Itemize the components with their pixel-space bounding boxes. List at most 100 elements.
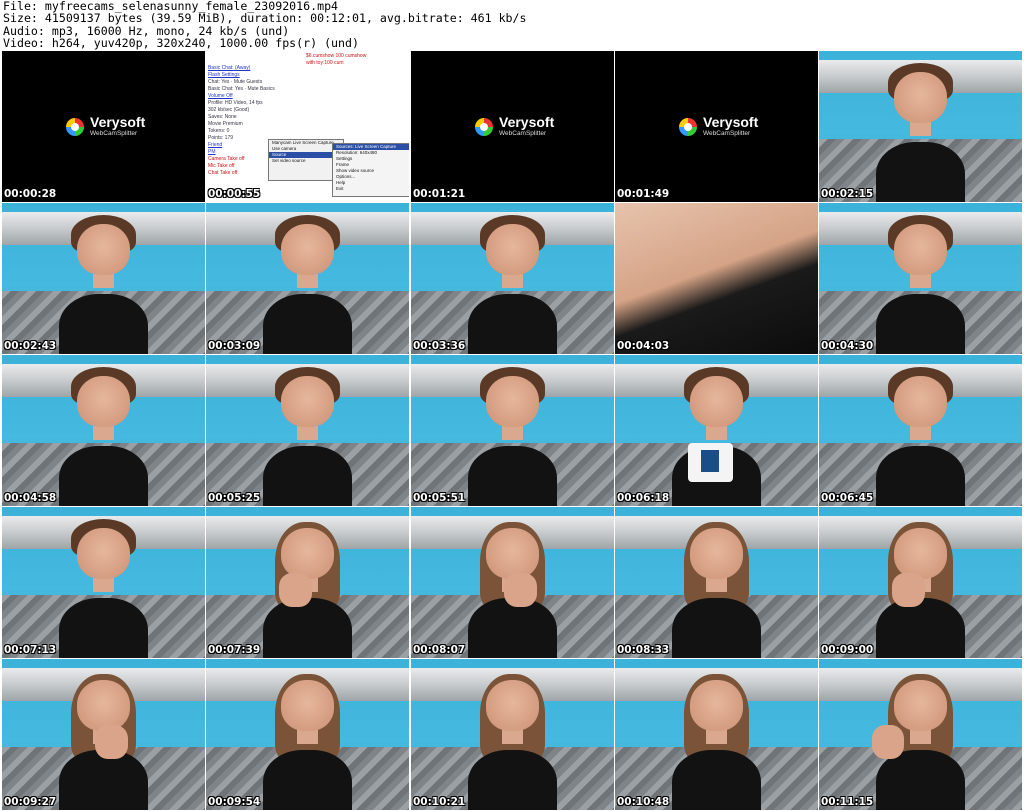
face bbox=[77, 528, 130, 580]
webcam-frame bbox=[819, 355, 1022, 506]
face bbox=[690, 528, 743, 580]
face bbox=[281, 528, 334, 580]
logo-name: Verysoft bbox=[90, 114, 146, 130]
black-top bbox=[467, 293, 558, 354]
webcam-frame bbox=[411, 659, 614, 810]
video-info-line: Video: h264, yuv420p, 320x240, 1000.00 f… bbox=[3, 36, 359, 51]
video-thumbnail[interactable]: 00:07:13 bbox=[2, 507, 205, 658]
webcam-frame bbox=[206, 355, 409, 506]
video-thumbnail[interactable]: 00:04:30 bbox=[819, 203, 1022, 354]
face bbox=[894, 680, 947, 732]
video-thumbnail[interactable]: Basic Chat: (Away) Flash Settings Chat: Ye… bbox=[206, 51, 409, 202]
video-thumbnail[interactable]: 00:10:21 bbox=[411, 659, 614, 810]
face bbox=[77, 680, 130, 732]
black-frame: Verysoft WebCamSplitter bbox=[615, 51, 818, 202]
video-thumbnail[interactable]: 00:03:09 bbox=[206, 203, 409, 354]
video-thumbnail[interactable]: Verysoft WebCamSplitter 00:01:49 bbox=[615, 51, 818, 202]
video-thumbnail[interactable]: 00:06:45 bbox=[819, 355, 1022, 506]
face bbox=[281, 680, 334, 732]
webcam-frame bbox=[615, 659, 818, 810]
webcam-frame bbox=[411, 355, 614, 506]
black-top bbox=[467, 445, 558, 506]
video-thumbnail[interactable]: 00:07:39 bbox=[206, 507, 409, 658]
hand bbox=[95, 725, 128, 759]
face bbox=[894, 528, 947, 580]
timestamp-label: 00:03:09 bbox=[208, 340, 261, 352]
settings-line: Profile: HD Video, 14 fps bbox=[208, 100, 263, 106]
timestamp-label: 00:02:15 bbox=[821, 188, 874, 200]
face bbox=[77, 376, 130, 428]
timestamp-label: 00:05:25 bbox=[208, 492, 261, 504]
verysoft-logo: Verysoft WebCamSplitter bbox=[66, 115, 145, 138]
video-thumbnail[interactable]: 00:09:54 bbox=[206, 659, 409, 810]
face bbox=[486, 376, 539, 428]
settings-line: Tokens: 0 bbox=[208, 128, 230, 134]
video-thumbnail[interactable]: 00:05:25 bbox=[206, 355, 409, 506]
black-top bbox=[262, 293, 353, 354]
settings-line: Volume Off bbox=[208, 93, 233, 99]
timestamp-label: 00:07:13 bbox=[4, 644, 57, 656]
timestamp-label: 00:10:21 bbox=[413, 796, 466, 808]
video-thumbnail[interactable]: 00:05:51 bbox=[411, 355, 614, 506]
timestamp-label: 00:08:07 bbox=[413, 644, 466, 656]
webcam-frame bbox=[819, 51, 1022, 202]
screen-capture-frame: Basic Chat: (Away) Flash Settings Chat: Ye… bbox=[206, 51, 409, 202]
black-top bbox=[875, 445, 966, 506]
black-frame: Verysoft WebCamSplitter bbox=[2, 51, 205, 202]
chat-line: with toy:100 cum bbox=[306, 60, 344, 66]
face bbox=[486, 224, 539, 276]
timestamp-label: 00:04:30 bbox=[821, 340, 874, 352]
video-thumbnail[interactable]: 00:09:27 bbox=[2, 659, 205, 810]
video-thumbnail[interactable]: 00:09:00 bbox=[819, 507, 1022, 658]
logo-subtitle: WebCamSplitter bbox=[703, 130, 751, 137]
timestamp-label: 00:02:43 bbox=[4, 340, 57, 352]
face bbox=[486, 528, 539, 580]
thumbnail-grid: Verysoft WebCamSplitter 00:00:28 Basic Chat… bbox=[2, 51, 1022, 811]
video-thumbnail[interactable]: 00:11:15 bbox=[819, 659, 1022, 810]
black-top bbox=[875, 141, 966, 202]
timestamp-label: 00:10:48 bbox=[617, 796, 670, 808]
timestamp-label: 00:06:45 bbox=[821, 492, 874, 504]
timestamp-label: 00:09:00 bbox=[821, 644, 874, 656]
settings-line: Basic Chat: (Away) bbox=[208, 65, 251, 71]
video-thumbnail[interactable]: 00:04:03 bbox=[615, 203, 818, 354]
video-thumbnail[interactable]: 00:04:58 bbox=[2, 355, 205, 506]
webcam-logo-icon bbox=[679, 117, 697, 136]
timestamp-label: 00:09:27 bbox=[4, 796, 57, 808]
face bbox=[690, 376, 743, 428]
webcam-frame bbox=[2, 203, 205, 354]
video-thumbnail[interactable]: 00:10:48 bbox=[615, 659, 818, 810]
timestamp-label: 00:04:58 bbox=[4, 492, 57, 504]
settings-line: Flash Settings bbox=[208, 72, 240, 78]
black-top bbox=[58, 445, 149, 506]
mug bbox=[688, 442, 733, 482]
video-thumbnail[interactable]: 00:08:33 bbox=[615, 507, 818, 658]
black-top bbox=[671, 597, 762, 658]
video-thumbnail[interactable]: 00:02:15 bbox=[819, 51, 1022, 202]
webcam-frame bbox=[411, 507, 614, 658]
black-top bbox=[58, 749, 149, 810]
video-thumbnail[interactable]: 00:06:18 bbox=[615, 355, 818, 506]
mug-print bbox=[701, 449, 720, 472]
logo-text: Verysoft WebCamSplitter bbox=[703, 115, 758, 138]
black-frame: Verysoft WebCamSplitter bbox=[411, 51, 614, 202]
face bbox=[281, 376, 334, 428]
black-top bbox=[262, 749, 353, 810]
video-thumbnail[interactable]: 00:08:07 bbox=[411, 507, 614, 658]
timestamp-label: 00:00:28 bbox=[4, 188, 57, 200]
webcam-frame bbox=[206, 507, 409, 658]
file-size-line: Size: 41509137 bytes (39.59 MiB), durati… bbox=[3, 11, 527, 26]
webcam-frame bbox=[2, 355, 205, 506]
video-thumbnail[interactable]: Verysoft WebCamSplitter 00:00:28 bbox=[2, 51, 205, 202]
webcam-frame bbox=[819, 659, 1022, 810]
video-thumbnail[interactable]: 00:03:36 bbox=[411, 203, 614, 354]
timestamp-label: 00:01:49 bbox=[617, 188, 670, 200]
black-top bbox=[875, 597, 966, 658]
black-top bbox=[262, 597, 353, 658]
hand bbox=[504, 573, 537, 607]
video-thumbnail[interactable]: Verysoft WebCamSplitter 00:01:21 bbox=[411, 51, 614, 202]
video-thumbnail[interactable]: 00:02:43 bbox=[2, 203, 205, 354]
black-top bbox=[671, 749, 762, 810]
face bbox=[894, 376, 947, 428]
logo-subtitle: WebCamSplitter bbox=[90, 130, 138, 137]
